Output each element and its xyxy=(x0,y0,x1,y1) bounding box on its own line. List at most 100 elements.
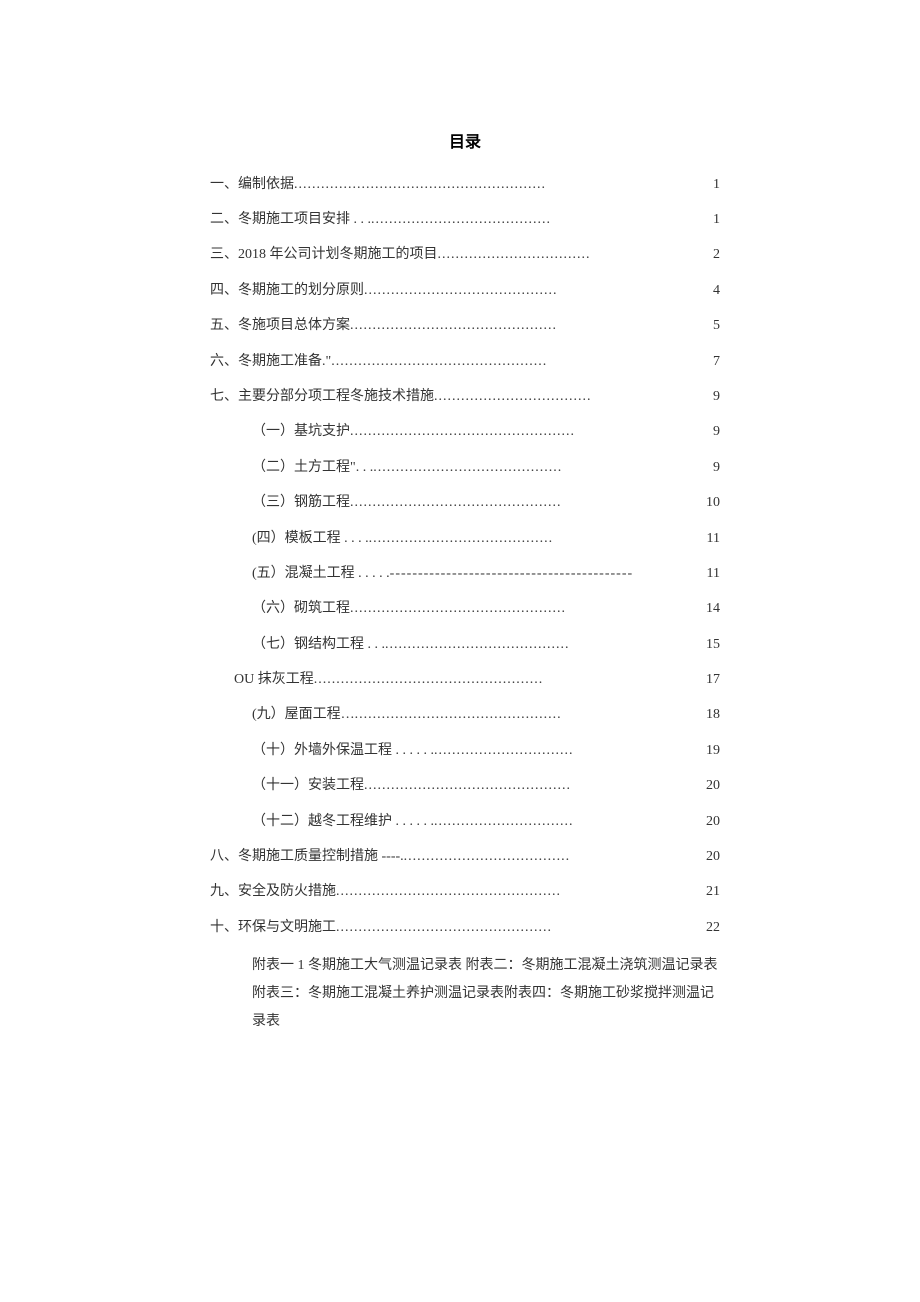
toc-entry-number: 二、 xyxy=(210,209,238,231)
toc-entry-page: 15 xyxy=(704,634,720,656)
toc-entry: (九）屋面工程…................................… xyxy=(210,704,720,726)
toc-entry: 九、安全及防火措施...............................… xyxy=(210,881,720,903)
toc-entry-leader: ........................................… xyxy=(385,634,704,656)
toc-entry-label: 冬期施工的划分原则 xyxy=(238,280,364,302)
toc-entry-page: 14 xyxy=(704,598,720,620)
toc-entry-leader: ........................................… xyxy=(350,598,704,620)
toc-entry-page: 21 xyxy=(704,881,720,903)
toc-entry-label: OU 抹灰工程 xyxy=(234,669,314,691)
toc-entry-leader: ........................................… xyxy=(350,492,704,514)
toc-entry-leader: ........................................… xyxy=(314,669,704,691)
toc-entry-number: 五、 xyxy=(210,315,238,337)
toc-entry-label: （三）钢筋工程 xyxy=(252,492,350,514)
toc-entry-page: 9 xyxy=(711,386,720,408)
toc-entry: （七）钢结构工程 . . . .........................… xyxy=(210,634,720,656)
toc-entry: (五）混凝土工程 . . . . . ---------------------… xyxy=(210,563,720,585)
toc-entry-label: （二）土方工程". . . xyxy=(252,457,373,479)
toc-entry: 二、冬期施工项目安排 . . . .......................… xyxy=(210,209,720,231)
toc-entry-leader: ----------------------------------------… xyxy=(390,563,705,585)
toc-entry-page: 11 xyxy=(705,563,720,585)
toc-entry-page: 10 xyxy=(704,492,720,514)
toc-entry: (四）模板工程 . . . . ........................… xyxy=(210,528,720,550)
toc-entry: 三、2018 年公司计划冬期施工的项目 ....................… xyxy=(210,244,720,266)
toc-entry: （十一）安装工程................................… xyxy=(210,775,720,797)
toc-entry-leader: ........................................… xyxy=(336,881,704,903)
toc-entry-leader: ........................................… xyxy=(336,917,704,939)
toc-entry-label: 冬期施工准备." xyxy=(238,351,331,373)
toc-entry-label: （十）外墙外保温工程 . . . . . . xyxy=(252,740,434,762)
toc-entry-label: 编制依据 xyxy=(238,174,294,196)
toc-entry-number: 九、 xyxy=(210,881,238,903)
toc-entry-page: 1 xyxy=(711,209,720,231)
toc-entry: 八、冬期施工质量控制措施 ----.......................… xyxy=(210,846,720,868)
toc-entry-leader: ........................................… xyxy=(369,528,705,550)
toc-entry: （一）基坑支护.................................… xyxy=(210,421,720,443)
toc-entry-leader: ........................................… xyxy=(355,704,704,726)
toc-title: 目录 xyxy=(210,130,720,156)
toc-entry-number: 一、 xyxy=(210,174,238,196)
toc-entry: （三）钢筋工程 ................................… xyxy=(210,492,720,514)
toc-entry: 四、冬期施工的划分原则.............................… xyxy=(210,280,720,302)
toc-entry: OU 抹灰工程 ................................… xyxy=(210,669,720,691)
toc-entry-page: 20 xyxy=(704,846,720,868)
toc-entry-label: 冬施项目总体方案 xyxy=(238,315,350,337)
toc-entry-page: 19 xyxy=(704,740,720,762)
toc-entry: 十、环保与文明施工 ..............................… xyxy=(210,917,720,939)
toc-entry-leader: ........................................… xyxy=(350,421,711,443)
toc-entry-label: 环保与文明施工 xyxy=(238,917,336,939)
toc-entry-page: 7 xyxy=(711,351,720,373)
toc-entry-leader: ................................... xyxy=(434,386,711,408)
toc-entry-page: 2 xyxy=(711,244,720,266)
toc-entry-page: 20 xyxy=(704,775,720,797)
toc-entry-leader: ........................................… xyxy=(364,775,704,797)
toc-entry-page: 20 xyxy=(704,811,720,833)
toc-entry-leader: ........................................… xyxy=(364,280,711,302)
toc-entry-leader: ........................................ xyxy=(371,209,711,231)
toc-entry-leader: .................................. xyxy=(438,244,712,266)
toc-entry: 一、编制依据 .................................… xyxy=(210,174,720,196)
toc-entry: （十二）越冬工程维护 . . . . . . .................… xyxy=(210,811,720,833)
toc-entry-page: 1 xyxy=(711,174,720,196)
toc-list: 一、编制依据 .................................… xyxy=(210,174,720,940)
toc-entry-label: 安全及防火措施 xyxy=(238,881,336,903)
toc-entry-label: （一）基坑支护 xyxy=(252,421,350,443)
toc-entry: 七、主要分部分项工程冬施技术措施 .......................… xyxy=(210,386,720,408)
toc-entry: （二）土方工程". . . ..........................… xyxy=(210,457,720,479)
appendix-block: 附表一 1 冬期施工大气测温记录表 附表二：冬期施工混凝土浇筑测温记录表附表三：… xyxy=(210,952,720,1036)
toc-entry-page: 9 xyxy=(711,421,720,443)
toc-entry-leader: ............................... xyxy=(434,740,704,762)
toc-entry-page: 17 xyxy=(704,669,720,691)
toc-entry-page: 4 xyxy=(711,280,720,302)
toc-entry-label: 冬期施工项目安排 . . . xyxy=(238,209,371,231)
toc-entry: 六、冬期施工准备."..............................… xyxy=(210,351,720,373)
toc-entry-number: 四、 xyxy=(210,280,238,302)
toc-entry-number: 十、 xyxy=(210,917,238,939)
toc-entry-number: 七、 xyxy=(210,386,238,408)
toc-entry-leader: ..................................... xyxy=(404,846,704,868)
toc-entry-label: (五）混凝土工程 . . . . . xyxy=(252,563,390,585)
toc-entry-label: 冬期施工质量控制措施 ----. xyxy=(238,846,404,868)
toc-entry: 五、冬施项目总体方案 .............................… xyxy=(210,315,720,337)
toc-entry: （十）外墙外保温工程 . . . . . . .................… xyxy=(210,740,720,762)
toc-entry-leader: ........................................… xyxy=(350,315,711,337)
toc-entry-label: （十一）安装工程 xyxy=(252,775,364,797)
toc-entry-label: (九）屋面工程… xyxy=(252,704,355,726)
toc-entry-label: （十二）越冬工程维护 . . . . . . xyxy=(252,811,434,833)
toc-entry-number: 六、 xyxy=(210,351,238,373)
toc-entry-leader: ........................................… xyxy=(373,457,711,479)
toc-entry-page: 22 xyxy=(704,917,720,939)
toc-entry-page: 9 xyxy=(711,457,720,479)
toc-entry: （六）砌筑工程.................................… xyxy=(210,598,720,620)
toc-entry-leader: ............................... xyxy=(434,811,704,833)
toc-entry-label: （七）钢结构工程 . . . xyxy=(252,634,385,656)
toc-entry-label: 2018 年公司计划冬期施工的项目 xyxy=(238,244,438,266)
toc-entry-label: （六）砌筑工程 xyxy=(252,598,350,620)
toc-entry-page: 5 xyxy=(711,315,720,337)
toc-entry-leader: ........................................… xyxy=(331,351,711,373)
toc-entry-label: (四）模板工程 . . . . xyxy=(252,528,369,550)
toc-entry-number: 八、 xyxy=(210,846,238,868)
toc-entry-number: 三、 xyxy=(210,244,238,266)
toc-entry-page: 11 xyxy=(705,528,720,550)
toc-entry-page: 18 xyxy=(704,704,720,726)
toc-entry-label: 主要分部分项工程冬施技术措施 xyxy=(238,386,434,408)
